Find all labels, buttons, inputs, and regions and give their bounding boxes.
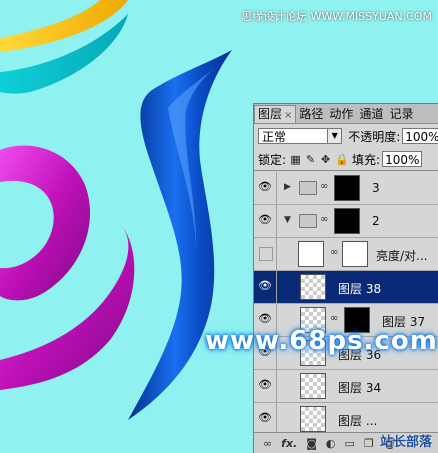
close-icon[interactable]: × — [284, 110, 292, 121]
layer-thumbnail[interactable] — [300, 274, 326, 300]
layer-name: 图层 34 — [338, 381, 382, 395]
layer-name: 亮度/对... — [376, 249, 428, 263]
tab-history[interactable]: 记录 — [386, 106, 416, 123]
adjustment-icon[interactable]: ◐ — [326, 437, 336, 450]
link-icon: ∞ — [330, 247, 339, 258]
tab-channels[interactable]: 通道 — [356, 106, 386, 123]
tab-label: 图层 — [258, 107, 283, 121]
group-mask-thumbnail[interactable] — [334, 175, 360, 201]
folder-icon[interactable]: ▭ — [345, 437, 355, 450]
panel-tabs: 图层 × 路径 动作 通道 记录 — [254, 104, 438, 124]
eye-icon[interactable]: 👁 — [257, 411, 273, 425]
lock-label: 锁定: — [258, 152, 287, 167]
group-mask-thumbnail[interactable] — [334, 208, 360, 234]
layer-thumbnail[interactable] — [300, 373, 326, 399]
layer-name: 2 — [372, 214, 380, 228]
folder-icon — [299, 214, 317, 228]
visibility-toggle[interactable] — [259, 247, 273, 261]
site-watermark: 思缘设计论坛 WWW.MISSYUAN.COM — [241, 10, 432, 23]
opacity-label: 不透明度: — [348, 129, 401, 144]
corner-watermark: 站长部落 — [379, 435, 432, 450]
tab-actions[interactable]: 动作 — [326, 106, 356, 123]
lock-transparency-icon[interactable]: ▦ — [290, 154, 301, 165]
chevron-down-icon[interactable]: ▼ — [327, 129, 342, 143]
fx-icon[interactable]: fx. — [281, 437, 297, 450]
tab-layers[interactable]: 图层 × — [254, 105, 297, 123]
blend-row: 正常 ▼ 不透明度: 100% — [254, 124, 438, 148]
eye-icon[interactable]: 👁 — [257, 279, 273, 293]
layers-list: 👁 ▶ ∞ 3 👁 ▼ ∞ 2 ∞ 亮度/对... 👁 图层 38 👁 ∞ 图层… — [254, 172, 438, 436]
adjustment-icon[interactable] — [298, 241, 324, 267]
expand-arrow-icon[interactable]: ▶ — [284, 182, 291, 192]
eye-icon[interactable]: 👁 — [257, 378, 273, 392]
adjustment-mask-thumbnail[interactable] — [342, 241, 368, 267]
lock-position-icon[interactable]: ✥ — [320, 154, 331, 165]
fill-label: 填充: — [352, 152, 381, 167]
link-icon[interactable]: ∞ — [263, 437, 272, 450]
new-layer-icon[interactable]: ❐ — [364, 437, 374, 450]
layer-row-38[interactable]: 👁 图层 38 — [254, 271, 438, 304]
eye-icon[interactable]: 👁 — [257, 213, 273, 227]
tab-paths[interactable]: 路径 — [296, 106, 326, 123]
link-icon: ∞ — [320, 181, 329, 192]
layers-panel: 图层 × 路径 动作 通道 记录 正常 ▼ 不透明度: 100% 锁定: ▦ ✎ … — [253, 103, 438, 453]
lock-pixels-icon[interactable]: ✎ — [305, 154, 316, 165]
layer-thumbnail[interactable] — [300, 406, 326, 432]
blend-mode-value: 正常 — [262, 130, 287, 144]
eye-icon[interactable]: 👁 — [257, 312, 273, 326]
layer-row-group-3[interactable]: 👁 ▶ ∞ 3 — [254, 172, 438, 205]
layer-row-34[interactable]: 👁 图层 34 — [254, 370, 438, 403]
layer-name: 图层 ... — [338, 414, 378, 428]
blend-mode-select[interactable]: 正常 ▼ — [258, 128, 343, 144]
fill-input[interactable]: 100% — [382, 151, 423, 167]
link-icon: ∞ — [330, 313, 339, 324]
center-watermark: www.68ps.com — [205, 326, 438, 356]
layer-name: 图层 38 — [338, 282, 382, 296]
folder-icon — [299, 181, 317, 195]
magenta-swirl — [0, 145, 91, 301]
link-icon: ∞ — [320, 214, 329, 225]
collapse-arrow-icon[interactable]: ▼ — [284, 215, 291, 225]
lock-row: 锁定: ▦ ✎ ✥ 🔒 填充: 100% — [254, 148, 438, 171]
layer-row-brightness[interactable]: ∞ 亮度/对... — [254, 238, 438, 271]
lock-all-icon[interactable]: 🔒 — [335, 154, 349, 165]
layer-row-group-2[interactable]: 👁 ▼ ∞ 2 — [254, 205, 438, 238]
mask-icon[interactable]: ◙ — [306, 437, 317, 450]
layer-name: 3 — [372, 181, 380, 195]
opacity-input[interactable]: 100% — [402, 128, 438, 144]
eye-icon[interactable]: 👁 — [257, 180, 273, 194]
